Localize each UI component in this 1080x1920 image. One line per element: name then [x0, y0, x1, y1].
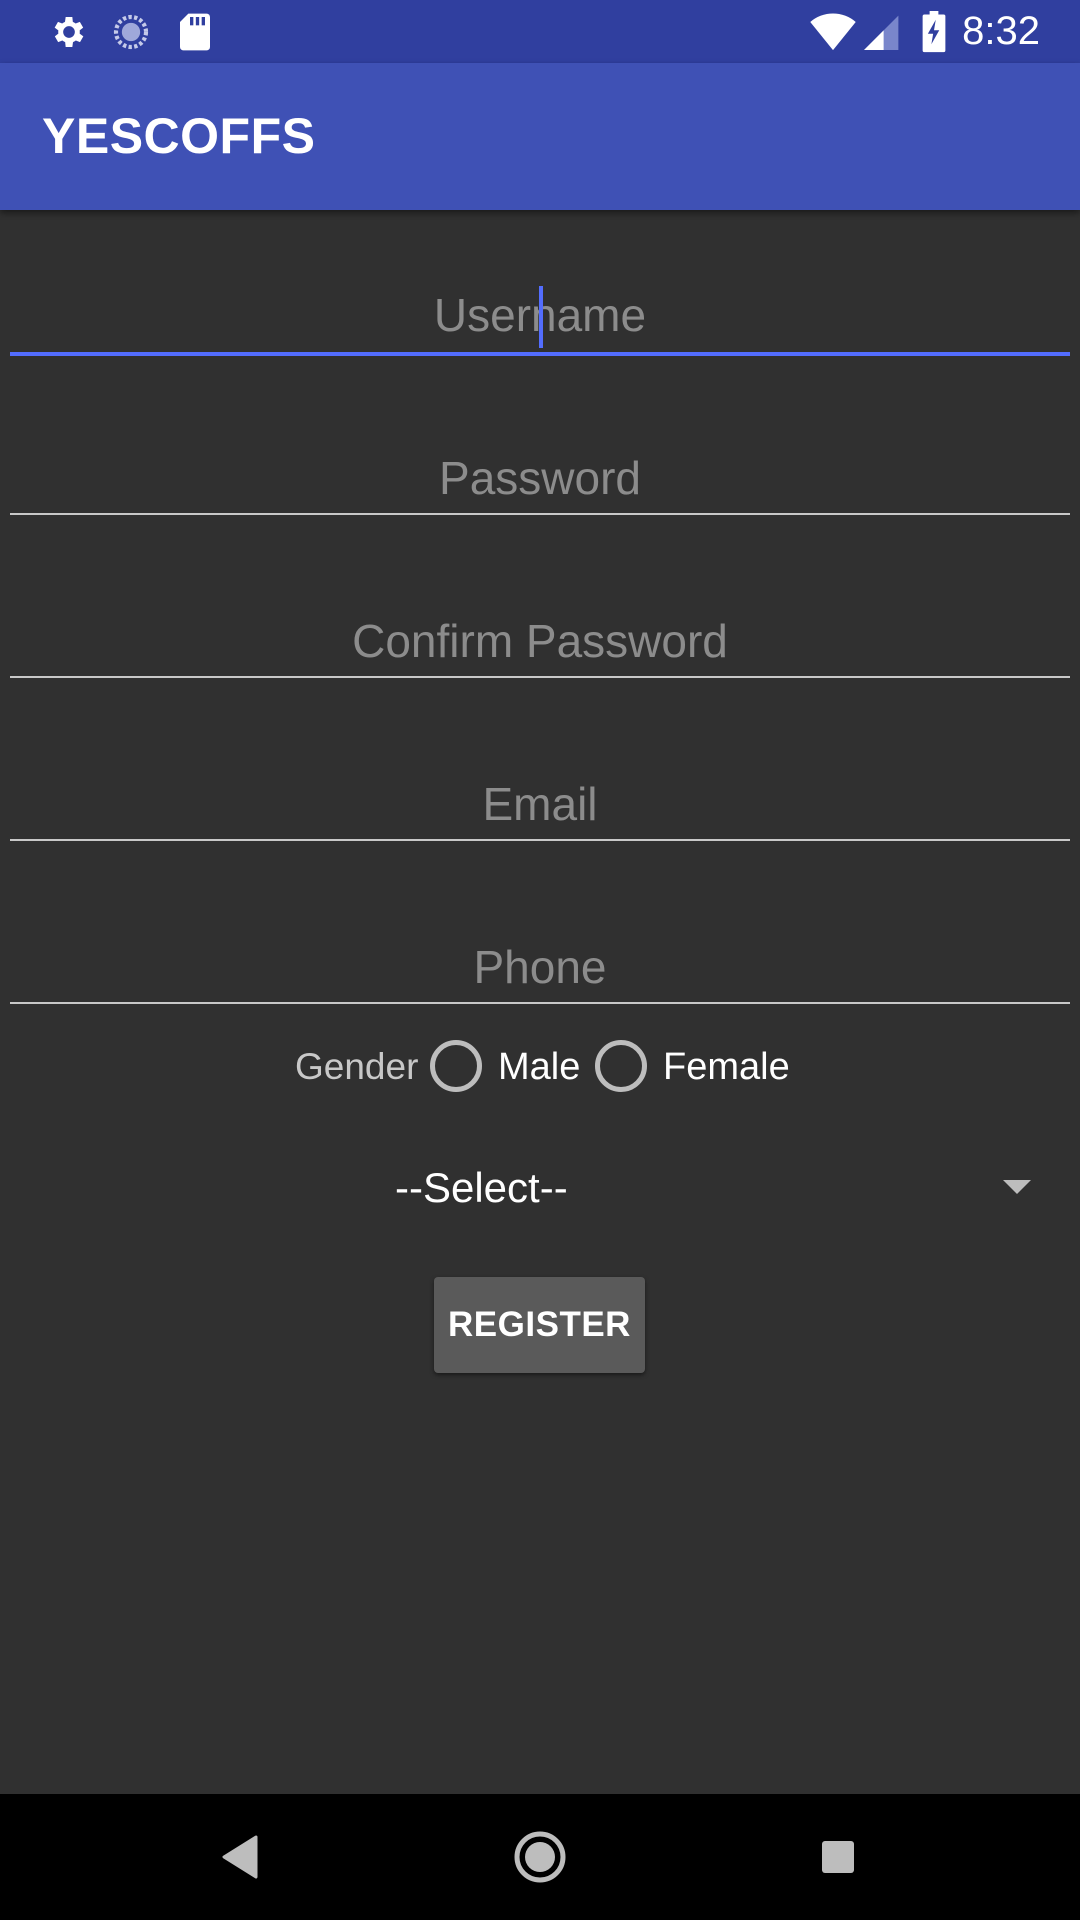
- phone-underline: [10, 1002, 1070, 1004]
- home-icon[interactable]: [480, 1794, 600, 1920]
- female-radio-label[interactable]: Female: [663, 1030, 790, 1104]
- wifi-icon: [808, 0, 858, 63]
- email-placeholder: Email: [482, 778, 598, 830]
- gear-icon: [46, 0, 92, 63]
- password-underline: [10, 513, 1070, 515]
- back-icon[interactable]: [180, 1794, 300, 1920]
- gender-label: Gender: [295, 1046, 419, 1087]
- username-underline: [10, 352, 1070, 356]
- select-dropdown[interactable]: --Select--: [0, 1150, 1080, 1226]
- text-cursor: [539, 286, 543, 348]
- signal-icon: [862, 0, 902, 63]
- male-radio[interactable]: [430, 1040, 482, 1092]
- app-bar: YESCOFFS: [0, 63, 1080, 210]
- sd-card-icon: [172, 0, 218, 63]
- status-bar: 8:32: [0, 0, 1080, 63]
- sync-icon: [108, 0, 154, 63]
- email-field[interactable]: Email: [10, 769, 1070, 841]
- confirm-password-field[interactable]: Confirm Password: [10, 606, 1070, 678]
- clock: 8:32: [962, 9, 1040, 53]
- username-field[interactable]: Username: [10, 280, 1070, 356]
- password-field[interactable]: Password: [10, 443, 1070, 515]
- email-underline: [10, 839, 1070, 841]
- recents-icon[interactable]: [778, 1794, 898, 1920]
- confirm-password-placeholder: Confirm Password: [352, 615, 728, 667]
- select-value: --Select--: [395, 1164, 568, 1211]
- female-radio[interactable]: [595, 1040, 647, 1092]
- confirm-password-underline: [10, 676, 1070, 678]
- phone-placeholder: Phone: [473, 941, 607, 993]
- register-button[interactable]: REGISTER: [434, 1277, 645, 1373]
- password-placeholder: Password: [439, 452, 641, 504]
- battery-charging-icon: [918, 0, 950, 63]
- gender-radio-group: Gender Male Female: [0, 1030, 1080, 1104]
- navigation-bar: [0, 1794, 1080, 1920]
- phone-field[interactable]: Phone: [10, 932, 1070, 1004]
- male-radio-label[interactable]: Male: [498, 1030, 580, 1104]
- app-title: YESCOFFS: [42, 108, 316, 164]
- dropdown-arrow-icon: [1003, 1180, 1031, 1194]
